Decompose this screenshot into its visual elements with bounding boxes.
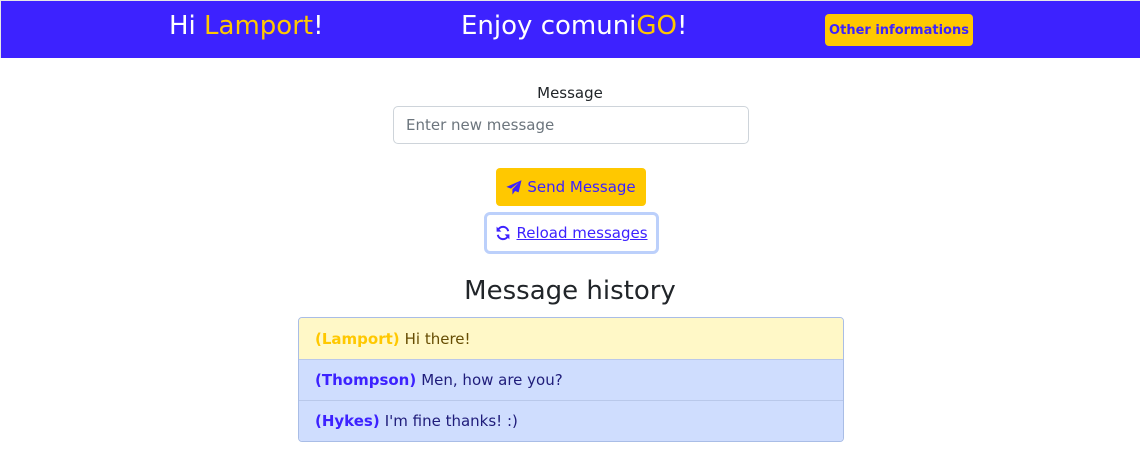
send-message-button[interactable]: Send Message (496, 168, 646, 206)
app-tagline: Enjoy comuniGO! (461, 11, 687, 41)
other-informations-button[interactable]: Other informations (825, 14, 973, 46)
greeting-suffix: ! (313, 11, 324, 41)
message-author: (Lamport) (315, 329, 400, 348)
tagline-prefix: Enjoy comuni (461, 11, 637, 41)
top-header: Hi Lamport! Enjoy comuniGO! Other inform… (0, 0, 1140, 58)
tagline-highlight: GO (636, 11, 678, 41)
message-history-list: (Lamport) Hi there! (Thompson) Men, how … (298, 317, 844, 442)
message-input[interactable] (393, 106, 749, 144)
message-author: (Hykes) (315, 412, 380, 430)
send-message-label: Send Message (527, 178, 636, 196)
message-history-title: Message history (464, 276, 676, 306)
refresh-icon (495, 225, 511, 241)
message-text: I'm fine thanks! :) (384, 412, 518, 430)
paper-plane-icon (506, 179, 522, 195)
list-item: (Thompson) Men, how are you? (299, 359, 843, 400)
message-author: (Thompson) (315, 371, 417, 389)
message-label: Message (537, 84, 603, 102)
user-name: Lamport (204, 11, 314, 41)
greeting: Hi Lamport! (169, 11, 324, 41)
message-text: Men, how are you? (421, 371, 563, 389)
reload-messages-button[interactable]: Reload messages (484, 212, 659, 254)
list-item: (Hykes) I'm fine thanks! :) (299, 400, 843, 441)
reload-messages-label: Reload messages (516, 224, 648, 242)
message-text: Hi there! (404, 329, 471, 348)
list-item: (Lamport) Hi there! (299, 318, 843, 359)
greeting-prefix: Hi (169, 11, 205, 41)
tagline-suffix: ! (677, 11, 688, 41)
